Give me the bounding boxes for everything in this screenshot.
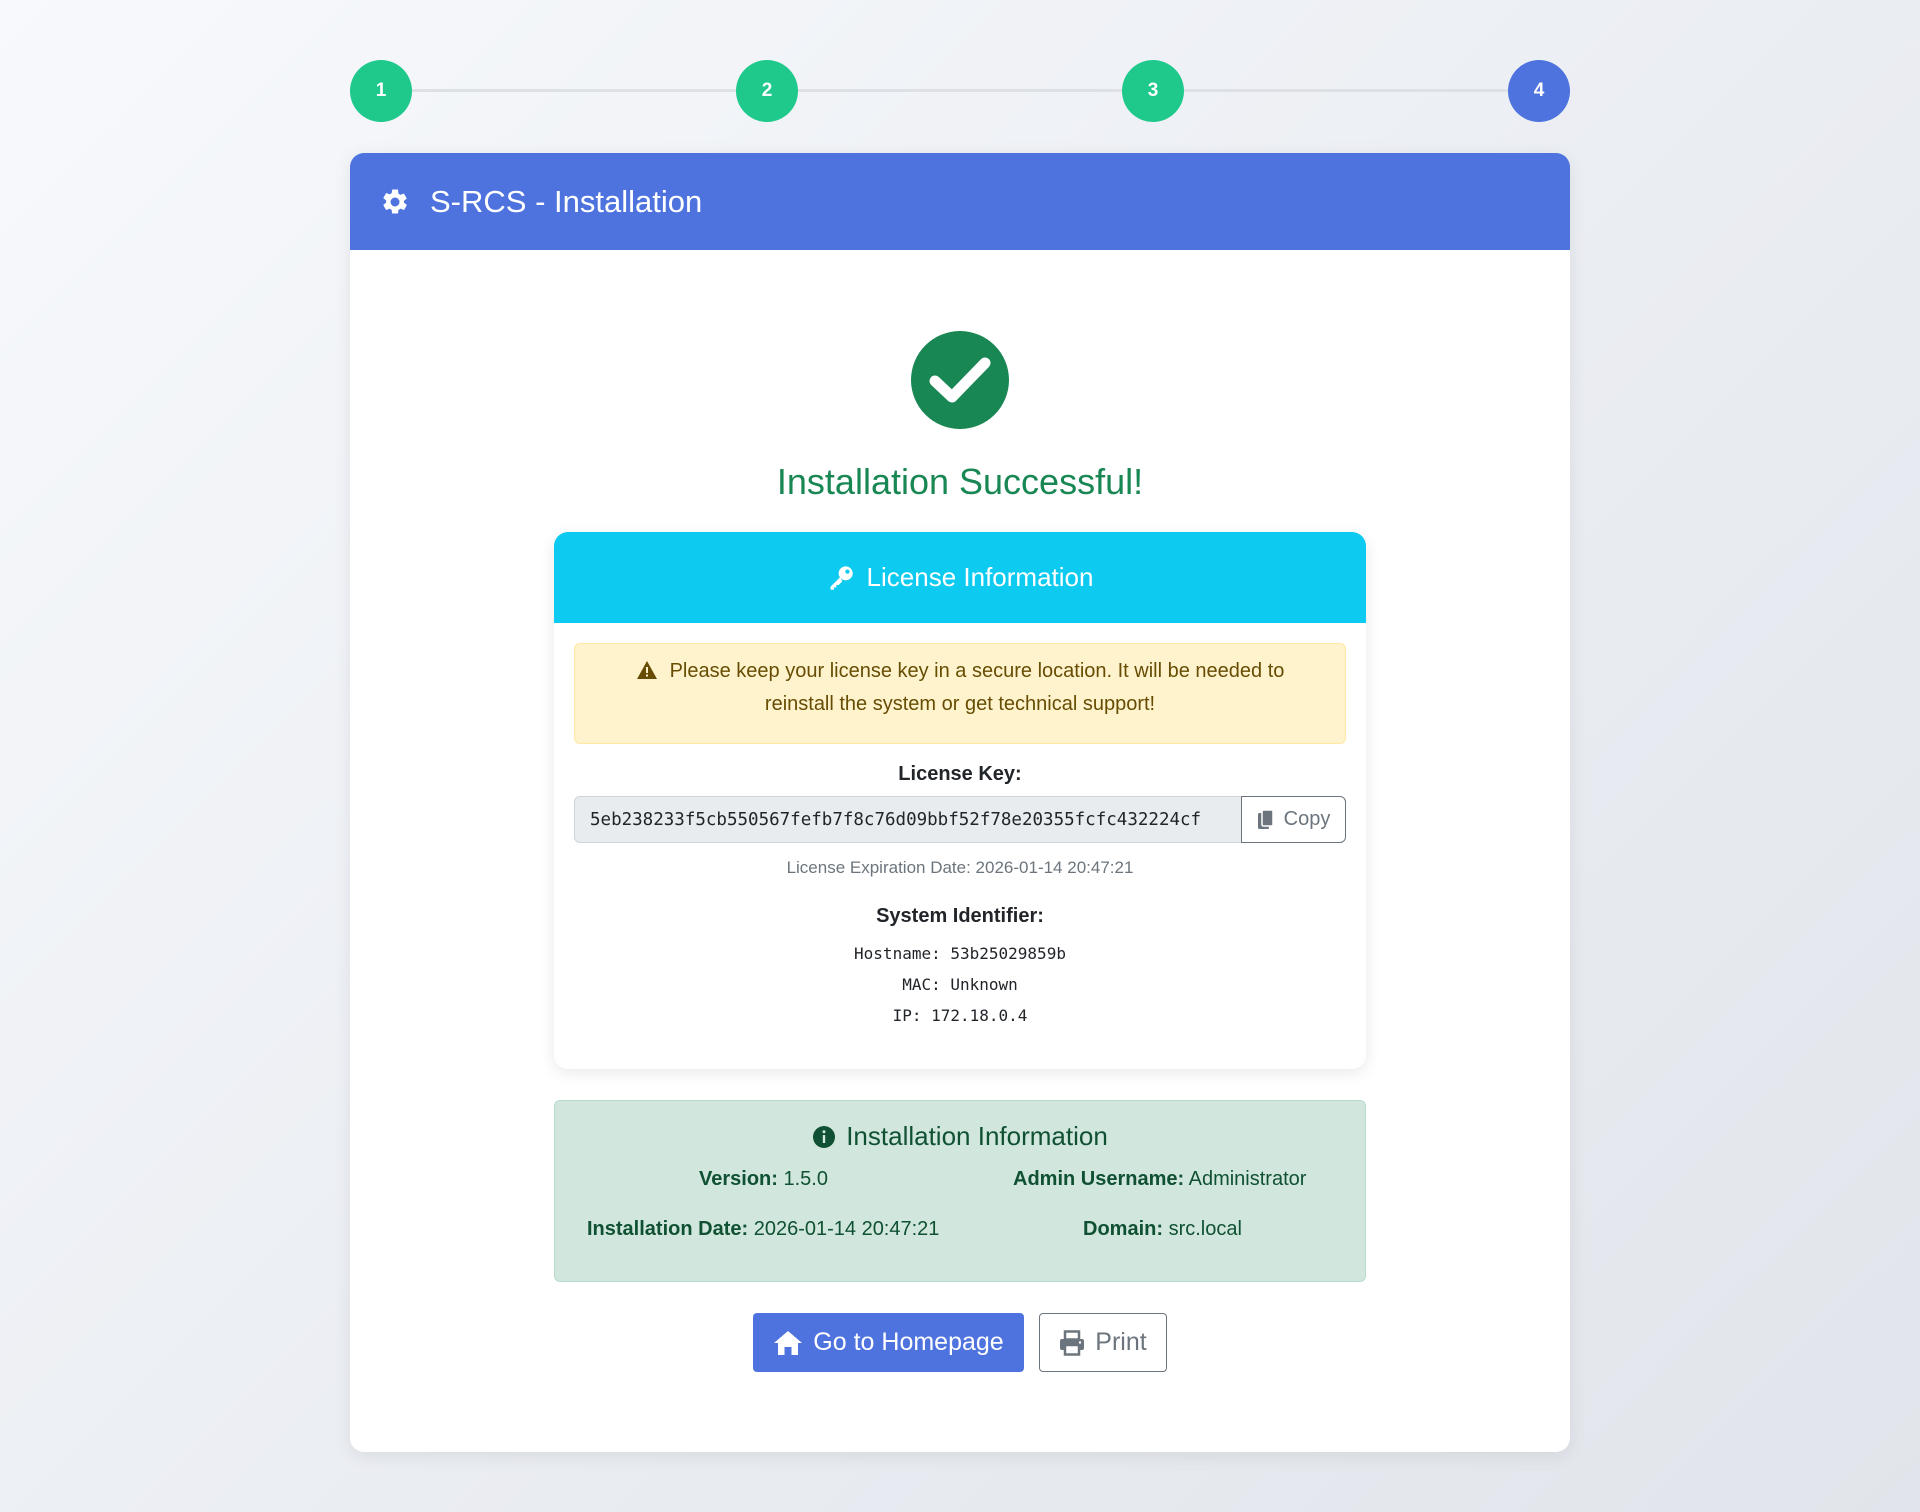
version-info: Version: 1.5.0 <box>699 1168 828 1191</box>
installation-info-box: Installation Information Version: 1.5.0 … <box>554 1100 1366 1282</box>
mac-value: MAC: Unknown <box>902 975 1018 994</box>
step-3: 3 <box>1122 60 1184 122</box>
page-title: S-RCS - Installation <box>430 183 703 219</box>
installation-card: S-RCS - Installation Installation Succes… <box>350 153 1570 1452</box>
version-value: 1.5.0 <box>783 1168 828 1190</box>
step-2: 2 <box>736 60 798 122</box>
card-header: S-RCS - Installation <box>350 153 1570 250</box>
go-to-homepage-button[interactable]: Go to Homepage <box>753 1313 1024 1372</box>
admin-label: Admin Username: <box>1013 1168 1185 1190</box>
license-card: License Information Please keep your lic… <box>554 532 1366 1069</box>
warning-text: Please keep your license key in a secure… <box>669 660 1285 715</box>
key-icon <box>827 564 855 592</box>
version-label: Version: <box>699 1168 778 1190</box>
license-key-group: 5eb238233f5cb550567fefb7f8c76d09bbf52f78… <box>574 796 1346 843</box>
homepage-button-label: Go to Homepage <box>813 1328 1004 1356</box>
check-circle-icon <box>911 331 1009 429</box>
license-header: License Information <box>554 532 1366 623</box>
copy-button[interactable]: Copy <box>1241 796 1346 843</box>
gear-icon <box>380 187 410 217</box>
home-icon <box>773 1330 803 1356</box>
info-circle-icon <box>812 1125 836 1149</box>
hostname-value: Hostname: 53b25029859b <box>854 944 1066 963</box>
license-key-label: License Key: <box>898 763 1022 785</box>
domain-label: Domain: <box>1083 1218 1163 1240</box>
print-button-label: Print <box>1095 1328 1147 1356</box>
success-title: Installation Successful! <box>776 461 1144 502</box>
license-expiration: License Expiration Date: 2026-01-14 20:4… <box>786 858 1134 877</box>
step-1: 1 <box>350 60 412 122</box>
domain-value: src.local <box>1168 1218 1242 1240</box>
license-key-field[interactable]: 5eb238233f5cb550567fefb7f8c76d09bbf52f78… <box>574 796 1241 843</box>
admin-info: Admin Username: Administrator <box>1013 1168 1306 1191</box>
copy-icon <box>1257 808 1275 831</box>
system-identifier-label: System Identifier: <box>876 905 1044 927</box>
stepper-line <box>380 89 1540 92</box>
domain-info: Domain: src.local <box>1083 1218 1242 1241</box>
installation-info-heading: Installation Information <box>846 1121 1108 1151</box>
admin-value: Administrator <box>1188 1168 1307 1190</box>
ip-value: IP: 172.18.0.4 <box>892 1006 1028 1025</box>
install-date-label: Installation Date: <box>587 1218 749 1240</box>
printer-icon <box>1059 1329 1085 1356</box>
progress-stepper: 1 2 3 4 <box>350 60 1570 122</box>
installation-info-title: Installation Information <box>555 1121 1365 1152</box>
step-4: 4 <box>1508 60 1570 122</box>
copy-button-label: Copy <box>1283 808 1331 830</box>
warning-triangle-icon <box>636 659 658 689</box>
install-date-value: 2026-01-14 20:47:21 <box>753 1218 940 1240</box>
print-button[interactable]: Print <box>1039 1313 1167 1372</box>
install-date-info: Installation Date: 2026-01-14 20:47:21 <box>587 1218 939 1241</box>
license-header-title: License Information <box>866 562 1094 592</box>
license-warning: Please keep your license key in a secure… <box>574 643 1346 744</box>
